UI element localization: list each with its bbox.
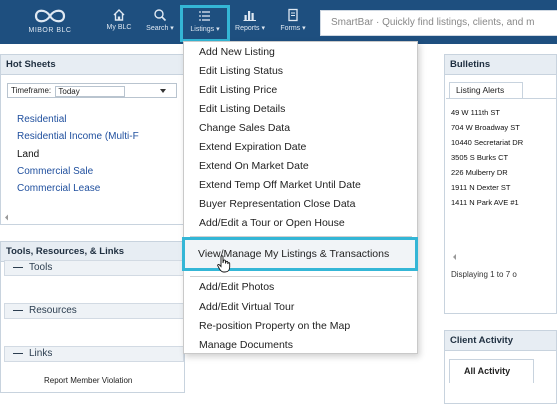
top-bar: MIBOR BLC My BLC Search ▾ Listings ▾ Rep… [0, 0, 557, 44]
accordion-tools[interactable]: — Tools [4, 260, 184, 276]
collapse-icon: — [13, 305, 23, 316]
bulletin-address[interactable]: 49 W 111th ST [451, 108, 500, 117]
menu-divider [190, 276, 412, 277]
nav-reports-label: Reports ▾ [235, 25, 265, 32]
menu-item-extend-expiration-date[interactable]: Extend Expiration Date [199, 141, 306, 153]
bulletin-address[interactable]: 1411 N Park AVE #1 [451, 198, 519, 207]
bulletin-address[interactable]: 1911 N Dexter ST [451, 183, 510, 192]
bulletin-address[interactable]: 704 W Broadway ST [451, 123, 520, 132]
hot-sheet-link-commercial-sale[interactable]: Commercial Sale [17, 166, 93, 177]
menu-item-edit-listing-status[interactable]: Edit Listing Status [199, 65, 283, 77]
nav-listings-label: Listings ▾ [190, 26, 220, 33]
tab-all-activity[interactable]: All Activity [449, 359, 534, 383]
collapse-icon: — [13, 262, 23, 273]
logo[interactable]: MIBOR BLC [20, 6, 80, 40]
client-activity-title: Client Activity [445, 331, 556, 351]
list-icon [199, 11, 210, 21]
menu-item-add-edit-tour-open-house[interactable]: Add/Edit a Tour or Open House [199, 217, 345, 229]
smartbar-input[interactable]: SmartBar · Quickly find listings, client… [320, 10, 557, 36]
accordion-tools-label: Tools [29, 262, 53, 273]
menu-item-extend-temp-off-market[interactable]: Extend Temp Off Market Until Date [199, 179, 361, 191]
hot-sheets-title: Hot Sheets [1, 55, 184, 75]
pagination-status: Displaying 1 to 7 o [451, 270, 517, 279]
nav-forms[interactable]: Forms ▾ [276, 8, 310, 40]
nav-reports[interactable]: Reports ▾ [232, 8, 268, 40]
bulletin-address[interactable]: 3505 S Burks CT [451, 153, 508, 162]
tab-listing-alerts[interactable]: Listing Alerts [449, 82, 523, 98]
menu-item-add-edit-photos[interactable]: Add/Edit Photos [199, 281, 274, 293]
collapse-icon: — [13, 348, 23, 359]
bulletins-panel: Bulletins Listing Alerts 49 W 111th ST 7… [444, 54, 557, 314]
nav-listings[interactable]: Listings ▾ [180, 5, 230, 42]
menu-item-manage-documents[interactable]: Manage Documents [199, 339, 293, 351]
chevron-down-icon [160, 89, 166, 93]
bulletin-address[interactable]: 10440 Secretariat DR [451, 138, 523, 147]
menu-item-buyer-representation-close-data[interactable]: Buyer Representation Close Data [199, 198, 355, 210]
nav-forms-label: Forms ▾ [280, 25, 306, 32]
hand-cursor-icon [217, 255, 231, 273]
accordion-links-label: Links [29, 348, 53, 359]
bar-chart-icon [243, 11, 256, 21]
report-member-violation-link[interactable]: Report Member Violation [44, 376, 132, 385]
accordion-resources[interactable]: — Resources [4, 303, 184, 319]
accordion-links[interactable]: — Links [4, 346, 184, 362]
horizontal-scrollbar[interactable] [2, 213, 185, 222]
nav-my-blc[interactable]: My BLC [103, 8, 135, 40]
bulletin-address[interactable]: 226 Mulberry DR [451, 168, 508, 177]
nav-search[interactable]: Search ▾ [143, 8, 177, 40]
menu-item-reposition-property-on-map[interactable]: Re-position Property on the Map [199, 320, 350, 332]
timeframe-value: Today [55, 86, 126, 97]
timeframe-label: Timeframe: [11, 86, 52, 95]
hot-sheet-link-land[interactable]: Land [17, 149, 39, 160]
home-icon [113, 9, 125, 21]
listings-dropdown-menu: Add New Listing Edit Listing Status Edit… [183, 41, 418, 354]
nav-search-label: Search ▾ [146, 25, 174, 32]
tab-divider [446, 98, 557, 99]
client-activity-panel: Client Activity All Activity [444, 330, 557, 404]
timeframe-select[interactable]: Timeframe: Today [7, 83, 177, 98]
hot-sheet-link-commercial-lease[interactable]: Commercial Lease [17, 183, 100, 194]
logo-mark-icon [34, 9, 66, 23]
menu-item-edit-listing-details[interactable]: Edit Listing Details [199, 103, 285, 115]
menu-item-extend-on-market-date[interactable]: Extend On Market Date [199, 160, 309, 172]
menu-item-add-edit-virtual-tour[interactable]: Add/Edit Virtual Tour [199, 301, 294, 313]
hot-sheet-link-residential-income[interactable]: Residential Income (Multi-F [17, 131, 139, 142]
menu-item-change-sales-data[interactable]: Change Sales Data [199, 122, 290, 134]
accordion-resources-label: Resources [29, 305, 77, 316]
nav-my-blc-label: My BLC [106, 24, 132, 31]
menu-item-edit-listing-price[interactable]: Edit Listing Price [199, 84, 277, 96]
document-icon [288, 8, 298, 22]
logo-text: MIBOR BLC [28, 27, 72, 34]
tools-panel-title: Tools, Resources, & Links [1, 242, 184, 262]
menu-item-add-new-listing[interactable]: Add New Listing [199, 46, 275, 58]
scroll-left-icon[interactable] [451, 253, 459, 261]
search-icon [154, 9, 167, 22]
bulletins-title: Bulletins [445, 55, 556, 75]
hot-sheet-link-residential[interactable]: Residential [17, 114, 66, 125]
hot-sheets-panel: Hot Sheets Timeframe: Today Residential … [0, 54, 185, 225]
